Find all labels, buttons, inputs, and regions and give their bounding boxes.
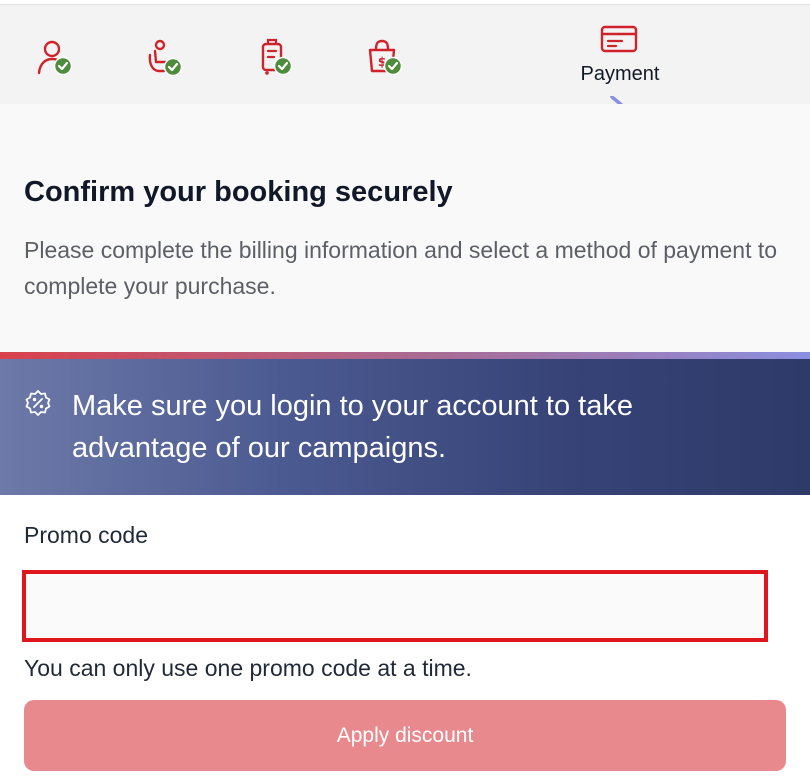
banner-accent-bar	[0, 352, 810, 359]
seat-icon[interactable]	[144, 37, 184, 77]
credit-card-icon[interactable]	[600, 21, 640, 61]
discount-badge-icon	[25, 390, 51, 416]
luggage-icon[interactable]	[254, 37, 294, 77]
page-title: Confirm your booking securely	[24, 176, 453, 208]
booking-stepper: $ Payment	[0, 4, 810, 105]
promo-code-note: You can only use one promo code at a tim…	[24, 655, 472, 681]
user-icon[interactable]	[34, 37, 74, 77]
banner-message: Make sure you login to your account to t…	[72, 390, 633, 464]
page-subtitle: Please complete the billing information …	[24, 237, 778, 299]
shopping-bag-icon[interactable]: $	[364, 37, 404, 77]
login-campaign-banner: Make sure you login to your account to t…	[0, 359, 810, 495]
promo-code-input[interactable]	[22, 570, 768, 642]
step-label-payment[interactable]: Payment	[560, 63, 680, 86]
promo-code-label: Promo code	[24, 522, 149, 548]
apply-discount-button[interactable]: Apply discount	[24, 700, 786, 771]
intro-section: Confirm your booking securely Please com…	[0, 104, 810, 354]
